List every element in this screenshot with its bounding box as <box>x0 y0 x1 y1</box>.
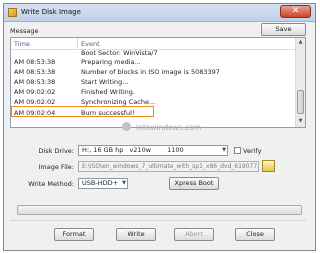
list-scrollbar[interactable]: ▲ ▼ <box>295 38 305 127</box>
row-event: Boot Sector: WinVista/7 <box>81 49 158 57</box>
watermark-logo-icon <box>122 122 131 131</box>
disk-rev-value: 1100 <box>167 146 184 154</box>
row-event: Finished Writing. <box>81 88 135 96</box>
row-time: AM 08:53:38 <box>14 68 56 76</box>
row-time: AM 08:53:38 <box>14 78 56 86</box>
message-label: Message <box>10 27 39 35</box>
close-button[interactable]: Close <box>235 228 275 241</box>
write-button[interactable]: Write <box>116 228 156 241</box>
column-header-event[interactable]: Event <box>81 40 100 48</box>
row-event: Number of blocks in ISO image is 5083397 <box>81 68 220 76</box>
disk-model-value-2: v210w <box>129 146 152 154</box>
window-title: Write Disk Image <box>21 8 81 16</box>
disk-image-icon <box>8 8 17 17</box>
abort-button[interactable]: Abort <box>174 228 214 241</box>
divider <box>10 220 306 221</box>
write-method-value: USB-HDD+ <box>82 179 119 187</box>
chevron-down-icon: ▼ <box>222 147 226 153</box>
column-header-time[interactable]: Time <box>14 40 30 48</box>
scroll-up-icon[interactable]: ▲ <box>296 38 305 47</box>
close-window-button[interactable]: ✕ <box>280 5 311 18</box>
verify-checkbox[interactable] <box>234 147 241 154</box>
folder-icon[interactable] <box>262 160 275 172</box>
format-button[interactable]: Format <box>54 228 94 241</box>
image-file-label: Image File: <box>38 163 75 171</box>
verify-label[interactable]: Verify <box>243 147 261 155</box>
image-file-input[interactable]: E:\ISO\en_windows_7_ultimate_with_sp1_x8… <box>78 161 259 172</box>
title-bar: Write Disk Image ✕ <box>4 4 315 22</box>
xpress-boot-button[interactable]: Xpress Boot <box>169 177 219 190</box>
list-item[interactable]: AM 09:02:02 Finished Writing. <box>11 87 294 96</box>
burn-success-highlight <box>11 106 154 117</box>
chevron-down-icon: ▼ <box>122 180 126 186</box>
write-method-select[interactable]: USB-HDD+ ▼ <box>78 178 128 189</box>
disk-drive-value: H:, 16 GB <box>82 146 114 154</box>
row-event: Preparing media... <box>81 58 141 66</box>
scroll-thumb[interactable] <box>297 90 304 114</box>
scroll-down-icon[interactable]: ▼ <box>296 117 305 126</box>
row-time: AM 09:02:02 <box>14 98 56 106</box>
row-time: AM 09:02:02 <box>14 88 56 96</box>
row-time: AM 08:53:38 <box>14 58 56 66</box>
write-progress-bar <box>17 205 302 215</box>
disk-model-value: hp <box>115 146 124 154</box>
list-item[interactable]: AM 08:53:38 Number of blocks in ISO imag… <box>11 67 294 76</box>
save-log-button[interactable]: Save <box>261 23 306 36</box>
list-item[interactable]: AM 08:53:38 Preparing media... <box>11 57 294 66</box>
list-item[interactable]: Boot Sector: WinVista/7 <box>11 48 294 57</box>
watermark-text: intowindows.com <box>136 123 202 132</box>
list-item[interactable]: AM 08:53:38 Start Writing... <box>11 77 294 86</box>
disk-drive-label: Disk Drive: <box>38 147 74 155</box>
write-method-label: Write Method: <box>28 180 74 188</box>
list-item[interactable]: AM 09:02:02 Synchronizing Cache... <box>11 97 294 106</box>
row-event: Start Writing... <box>81 78 129 86</box>
disk-drive-select[interactable]: H:, 16 GB hp v210w 1100 ▼ <box>78 145 228 156</box>
row-event: Synchronizing Cache... <box>81 98 156 106</box>
